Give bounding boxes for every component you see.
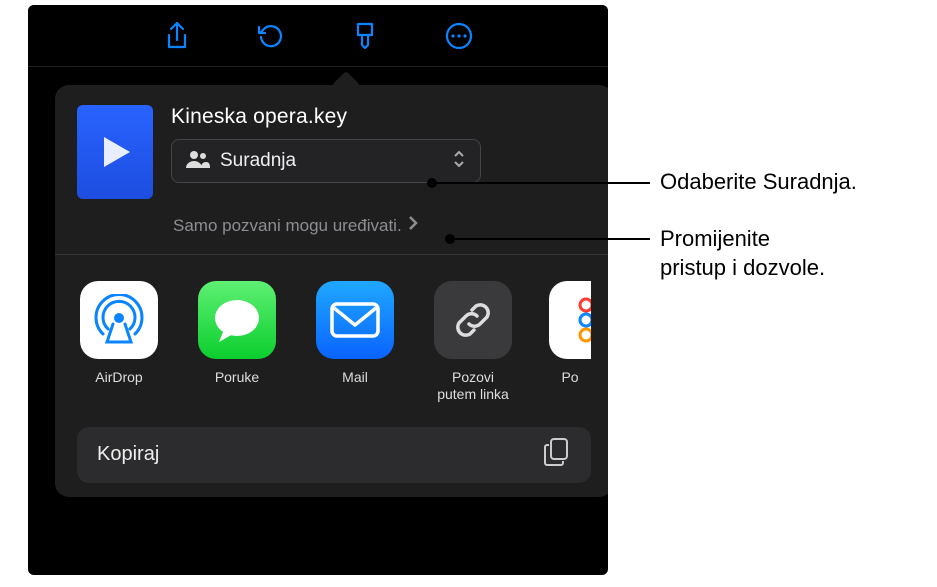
collaboration-label: Suradnja (220, 150, 452, 172)
callout-leader-line (450, 238, 650, 240)
document-thumbnail (77, 105, 153, 199)
callout-dot (445, 234, 455, 244)
app-label: Poruke (195, 369, 279, 386)
link-icon (434, 281, 512, 359)
more-icon[interactable] (442, 19, 476, 53)
copy-label: Kopiraj (97, 443, 543, 466)
share-app-shortcuts[interactable]: Po (549, 281, 591, 403)
mail-icon (316, 281, 394, 359)
app-label: AirDrop (77, 369, 161, 386)
share-app-invite-link[interactable]: Pozoviputem linka (431, 281, 515, 403)
toolbar (28, 5, 608, 67)
callout-dot (427, 178, 437, 188)
share-header: Kineska opera.key Suradnja (55, 85, 608, 211)
permissions-row[interactable]: Samo pozvani mogu uređivati. (55, 211, 608, 254)
share-app-messages[interactable]: Poruke (195, 281, 279, 403)
share-sheet: Kineska opera.key Suradnja Samo pozvani … (55, 85, 608, 497)
copy-icon (543, 437, 571, 472)
chevron-right-icon (408, 215, 418, 236)
format-brush-icon[interactable] (348, 19, 382, 53)
app-label: Mail (313, 369, 397, 386)
collaboration-picker[interactable]: Suradnja (171, 139, 481, 183)
callout-leader-line (432, 182, 650, 184)
callout-collab: Odaberite Suradnja. (660, 168, 857, 197)
document-title: Kineska opera.key (171, 105, 591, 129)
callout-permissions: Promijenitepristup i dozvole. (660, 225, 825, 282)
airdrop-icon (80, 281, 158, 359)
undo-icon[interactable] (254, 19, 288, 53)
messages-icon (198, 281, 276, 359)
shortcuts-icon (549, 281, 591, 359)
share-app-airdrop[interactable]: AirDrop (77, 281, 161, 403)
app-window: Kineska opera.key Suradnja Samo pozvani … (28, 5, 608, 575)
chevron-up-down-icon (452, 149, 466, 174)
people-icon (186, 150, 210, 173)
app-label: Po (549, 369, 591, 386)
app-label: Pozoviputem linka (431, 369, 515, 403)
copy-action[interactable]: Kopiraj (77, 427, 591, 483)
share-app-mail[interactable]: Mail (313, 281, 397, 403)
share-apps-row: AirDrop Poruke Mail (55, 255, 608, 421)
share-icon[interactable] (160, 19, 194, 53)
permissions-text: Samo pozvani mogu uređivati. (173, 216, 402, 236)
